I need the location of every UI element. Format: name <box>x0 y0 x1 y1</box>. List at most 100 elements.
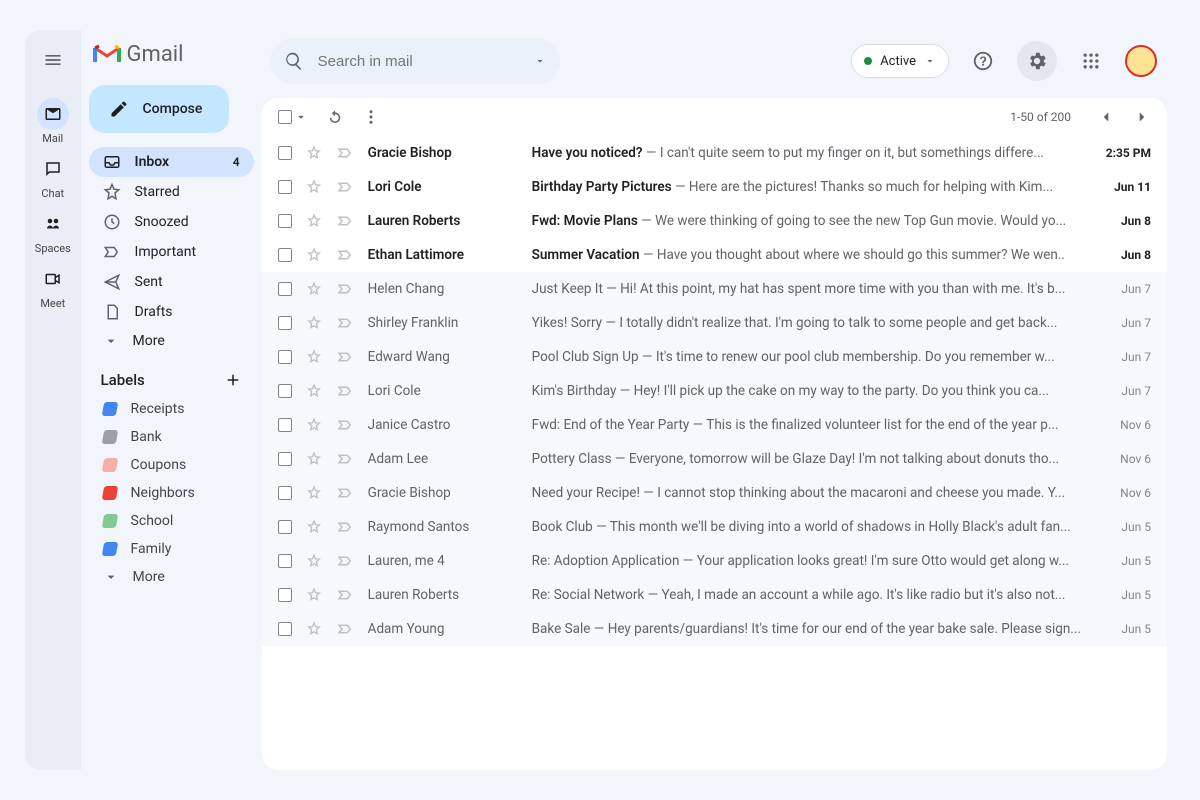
rail-item-chat[interactable]: Chat <box>35 149 71 204</box>
folder-drafts[interactable]: Drafts <box>89 297 254 327</box>
important-button[interactable] <box>336 348 354 366</box>
label-item[interactable]: Family <box>89 535 254 563</box>
star-button[interactable] <box>306 485 322 501</box>
row-checkbox[interactable] <box>278 316 292 330</box>
row-checkbox[interactable] <box>278 248 292 262</box>
rail-item-meet[interactable]: Meet <box>35 259 71 314</box>
star-button[interactable] <box>306 247 322 263</box>
row-checkbox[interactable] <box>278 486 292 500</box>
account-avatar[interactable] <box>1125 45 1157 77</box>
label-item[interactable]: Bank <box>89 423 254 451</box>
folder-inbox[interactable]: Inbox4 <box>89 147 254 177</box>
star-button[interactable] <box>306 417 322 433</box>
message-row[interactable]: Edward Wang Pool Club Sign Up — It's tim… <box>262 340 1167 374</box>
compose-button[interactable]: Compose <box>89 85 229 133</box>
row-checkbox[interactable] <box>278 622 292 636</box>
message-row[interactable]: Janice Castro Fwd: End of the Year Party… <box>262 408 1167 442</box>
more-actions-button[interactable] <box>362 108 380 126</box>
star-button[interactable] <box>306 145 322 161</box>
message-row[interactable]: Gracie Bishop Need your Recipe! — I cann… <box>262 476 1167 510</box>
important-button[interactable] <box>336 484 354 502</box>
select-all-button[interactable] <box>278 110 308 124</box>
message-row[interactable]: Lauren Roberts Re: Social Network — Yeah… <box>262 578 1167 612</box>
message-row[interactable]: Adam Lee Pottery Class — Everyone, tomor… <box>262 442 1167 476</box>
folder-more[interactable]: More <box>89 327 254 355</box>
star-button[interactable] <box>306 213 322 229</box>
important-button[interactable] <box>336 212 354 230</box>
add-label-button[interactable] <box>224 371 242 389</box>
help-button[interactable] <box>963 41 1003 81</box>
message-row[interactable]: Lori Cole Birthday Party Pictures — Here… <box>262 170 1167 204</box>
search-input[interactable] <box>318 53 521 70</box>
important-button[interactable] <box>336 552 354 570</box>
folder-snoozed[interactable]: Snoozed <box>89 207 254 237</box>
star-button[interactable] <box>306 553 322 569</box>
star-button[interactable] <box>306 451 322 467</box>
message-row[interactable]: Helen Chang Just Keep It — Hi! At this p… <box>262 272 1167 306</box>
message-row[interactable]: Ethan Lattimore Summer Vacation — Have y… <box>262 238 1167 272</box>
row-checkbox[interactable] <box>278 588 292 602</box>
chevron-right-icon <box>1133 108 1151 126</box>
rail-item-mail[interactable]: Mail <box>35 94 71 149</box>
star-button[interactable] <box>306 315 322 331</box>
label-item[interactable]: Coupons <box>89 451 254 479</box>
page-prev-button[interactable] <box>1097 108 1115 126</box>
important-button[interactable] <box>336 382 354 400</box>
refresh-button[interactable] <box>326 108 344 126</box>
checkbox-icon <box>278 248 292 262</box>
row-checkbox[interactable] <box>278 146 292 160</box>
status-chip[interactable]: Active <box>851 44 949 78</box>
important-button[interactable] <box>336 178 354 196</box>
important-button[interactable] <box>336 518 354 536</box>
star-button[interactable] <box>306 383 322 399</box>
important-button[interactable] <box>336 144 354 162</box>
label-item[interactable]: School <box>89 507 254 535</box>
rail-item-spaces[interactable]: Spaces <box>35 204 71 259</box>
message-row[interactable]: Lauren Roberts Fwd: Movie Plans — We wer… <box>262 204 1167 238</box>
important-button[interactable] <box>336 314 354 332</box>
star-button[interactable] <box>306 519 322 535</box>
row-checkbox[interactable] <box>278 350 292 364</box>
row-checkbox[interactable] <box>278 520 292 534</box>
folder-starred[interactable]: Starred <box>89 177 254 207</box>
folder-important[interactable]: Important <box>89 237 254 267</box>
search-options-icon[interactable] <box>534 55 546 67</box>
important-button[interactable] <box>336 586 354 604</box>
row-checkbox[interactable] <box>278 452 292 466</box>
apps-button[interactable] <box>1071 41 1111 81</box>
labels-more[interactable]: More <box>89 563 254 591</box>
row-checkbox[interactable] <box>278 554 292 568</box>
row-checkbox[interactable] <box>278 214 292 228</box>
message-row[interactable]: Lauren, me 4 Re: Adoption Application — … <box>262 544 1167 578</box>
row-checkbox[interactable] <box>278 282 292 296</box>
sender: Adam Young <box>368 621 518 637</box>
star-button[interactable] <box>306 587 322 603</box>
search-bar[interactable] <box>270 38 561 84</box>
settings-button[interactable] <box>1017 41 1057 81</box>
row-checkbox[interactable] <box>278 180 292 194</box>
message-pane: 1-50 of 200 Gracie Bishop Have you notic… <box>262 98 1167 770</box>
label-item[interactable]: Receipts <box>89 395 254 423</box>
row-checkbox[interactable] <box>278 418 292 432</box>
star-button[interactable] <box>306 621 322 637</box>
main-menu-button[interactable] <box>33 40 73 80</box>
important-button[interactable] <box>336 450 354 468</box>
star-button[interactable] <box>306 281 322 297</box>
star-button[interactable] <box>306 349 322 365</box>
folder-sent[interactable]: Sent <box>89 267 254 297</box>
message-row[interactable]: Shirley Franklin Yikes! Sorry — I totall… <box>262 306 1167 340</box>
checkbox-icon <box>278 214 292 228</box>
page-next-button[interactable] <box>1133 108 1151 126</box>
star-button[interactable] <box>306 179 322 195</box>
important-button[interactable] <box>336 246 354 264</box>
important-button[interactable] <box>336 280 354 298</box>
important-button[interactable] <box>336 416 354 434</box>
label-item[interactable]: Neighbors <box>89 479 254 507</box>
message-row[interactable]: Raymond Santos Book Club — This month we… <box>262 510 1167 544</box>
message-row[interactable]: Lori Cole Kim's Birthday — Hey! I'll pic… <box>262 374 1167 408</box>
message-row[interactable]: Adam Young Bake Sale — Hey parents/guard… <box>262 612 1167 646</box>
important-button[interactable] <box>336 620 354 638</box>
checkbox-icon <box>278 418 292 432</box>
message-row[interactable]: Gracie Bishop Have you noticed? — I can'… <box>262 136 1167 170</box>
row-checkbox[interactable] <box>278 384 292 398</box>
